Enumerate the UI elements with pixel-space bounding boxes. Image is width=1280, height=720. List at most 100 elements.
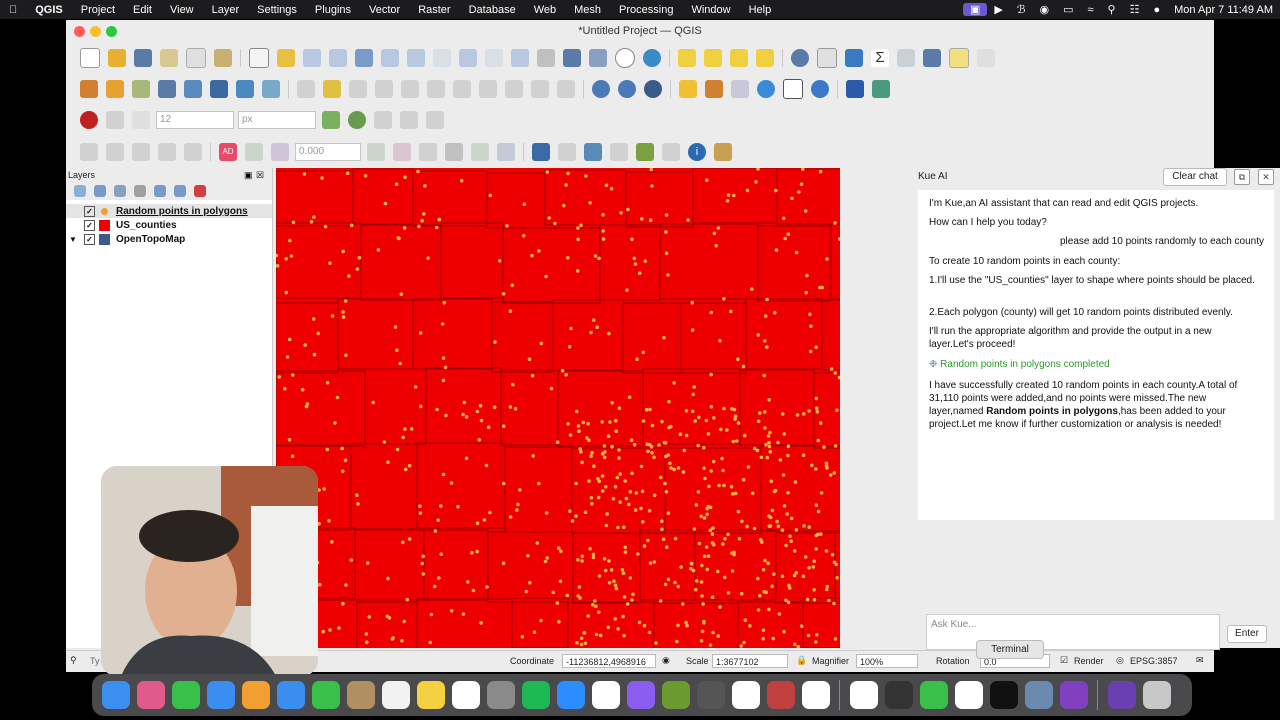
intersection-icon[interactable] bbox=[374, 111, 392, 129]
add-vector-icon[interactable] bbox=[132, 80, 150, 98]
show-bookmarks-icon[interactable] bbox=[589, 49, 607, 67]
label-move-icon[interactable] bbox=[497, 143, 515, 161]
network-icon[interactable] bbox=[872, 80, 890, 98]
play-icon[interactable]: ▶ bbox=[987, 3, 1009, 16]
search-icon[interactable]: ⚲ bbox=[1101, 3, 1123, 16]
identify-icon[interactable] bbox=[791, 49, 809, 67]
select-features-icon[interactable] bbox=[678, 49, 696, 67]
dock-notes-icon[interactable] bbox=[416, 681, 445, 709]
dock-slack-icon[interactable] bbox=[591, 681, 620, 709]
dock-chatgpt-icon[interactable] bbox=[954, 681, 983, 709]
add-csv-icon[interactable] bbox=[262, 80, 280, 98]
refresh-icon[interactable] bbox=[643, 49, 661, 67]
shape-ellipse-icon[interactable] bbox=[132, 143, 150, 161]
web-icon[interactable] bbox=[757, 80, 775, 98]
print-layout-icon[interactable] bbox=[186, 48, 206, 68]
dock-zoom-icon[interactable] bbox=[556, 681, 585, 709]
open-styling-icon[interactable] bbox=[74, 185, 86, 197]
gps-icon[interactable] bbox=[644, 80, 662, 98]
add-raster-icon[interactable] bbox=[184, 80, 202, 98]
shape-polygon-icon[interactable] bbox=[184, 143, 202, 161]
delete-selected-icon[interactable] bbox=[427, 80, 445, 98]
dock-reminders-icon[interactable] bbox=[381, 681, 410, 709]
zoom-selection-icon[interactable] bbox=[381, 49, 399, 67]
dock-trash-icon[interactable] bbox=[1142, 681, 1171, 709]
dock-freeform-icon[interactable] bbox=[451, 681, 480, 709]
zoom-last-icon[interactable] bbox=[459, 49, 477, 67]
menu-edit[interactable]: Edit bbox=[124, 4, 161, 16]
statistics-sum-icon[interactable]: Σ bbox=[871, 49, 889, 67]
zoom-window-button[interactable] bbox=[106, 26, 117, 37]
processing-gear-icon[interactable] bbox=[845, 49, 863, 67]
dock-terminal-icon[interactable] bbox=[989, 681, 1018, 709]
dock-numbers-icon[interactable] bbox=[919, 681, 948, 709]
self-snap-icon[interactable] bbox=[400, 111, 418, 129]
vertex-editor-icon[interactable] bbox=[662, 143, 680, 161]
label-change-icon[interactable] bbox=[471, 143, 489, 161]
battery-icon[interactable]: ▭ bbox=[1056, 3, 1080, 16]
label-show-icon[interactable] bbox=[367, 143, 385, 161]
digitize-icon[interactable] bbox=[158, 80, 176, 98]
collapse-all-icon[interactable] bbox=[174, 185, 186, 197]
expand-all-icon[interactable] bbox=[154, 185, 166, 197]
screen-record-icon[interactable]: ▣ bbox=[962, 3, 988, 16]
dock-launchpad-icon[interactable] bbox=[136, 681, 165, 709]
paste-features-icon[interactable] bbox=[505, 80, 523, 98]
cut-features-icon[interactable] bbox=[453, 80, 471, 98]
globe-settings-icon[interactable] bbox=[618, 80, 636, 98]
snapping-settings-icon[interactable] bbox=[348, 111, 366, 129]
menu-layer[interactable]: Layer bbox=[203, 4, 249, 16]
panel-float-icon[interactable]: ▣ bbox=[244, 170, 253, 181]
lock-icon[interactable]: 🔒 bbox=[796, 655, 807, 666]
dock-notion-icon[interactable] bbox=[731, 681, 760, 709]
menu-mesh[interactable]: Mesh bbox=[565, 4, 610, 16]
zoom-out-icon[interactable] bbox=[329, 49, 347, 67]
select-location-icon[interactable] bbox=[756, 49, 774, 67]
dock-app-store-icon[interactable] bbox=[276, 681, 305, 709]
bluetooth-icon[interactable]: ℬ bbox=[1010, 3, 1033, 16]
dock-archive-icon[interactable] bbox=[346, 681, 375, 709]
digitizing-icon[interactable] bbox=[80, 143, 98, 161]
remove-layer-icon[interactable] bbox=[194, 185, 206, 197]
open-project-icon[interactable] bbox=[108, 49, 126, 67]
dock-screen-app-icon[interactable] bbox=[1107, 681, 1136, 709]
crs-grid-icon[interactable] bbox=[584, 143, 602, 161]
pan-to-selection-icon[interactable] bbox=[277, 49, 295, 67]
save-project-icon[interactable] bbox=[134, 49, 152, 67]
layer-row-opentopomap[interactable]: ▼ ✓ OpenTopoMap bbox=[66, 232, 272, 246]
label-abc-icon[interactable] bbox=[393, 143, 411, 161]
info-icon[interactable]: i bbox=[688, 143, 706, 161]
manage-visibility-icon[interactable] bbox=[114, 185, 126, 197]
pan-hand-icon[interactable] bbox=[249, 48, 269, 68]
shape-rectangle-icon[interactable] bbox=[158, 143, 176, 161]
align-icon[interactable] bbox=[532, 143, 550, 161]
tracing-icon[interactable] bbox=[322, 111, 340, 129]
add-mesh-icon[interactable] bbox=[210, 80, 228, 98]
dock-obs-icon[interactable] bbox=[1059, 681, 1088, 709]
python-console-icon[interactable] bbox=[679, 80, 697, 98]
wifi-icon[interactable]: ≈ bbox=[1081, 4, 1101, 16]
node-tool-icon[interactable] bbox=[636, 143, 654, 161]
panel-close-icon[interactable]: ✕ bbox=[1258, 169, 1274, 185]
dock-system-settings-icon[interactable] bbox=[486, 681, 515, 709]
zoom-next-icon[interactable] bbox=[485, 49, 503, 67]
vertex-tool-icon[interactable] bbox=[401, 80, 419, 98]
panel-close-icon[interactable]: ☒ bbox=[256, 170, 264, 181]
dock-safari-icon[interactable] bbox=[206, 681, 235, 709]
avoid-overlap-icon[interactable] bbox=[426, 111, 444, 129]
menu-raster[interactable]: Raster bbox=[409, 4, 459, 16]
measure-area-icon[interactable] bbox=[610, 143, 628, 161]
data-source-manager-icon[interactable] bbox=[80, 80, 98, 98]
label-rotate-icon[interactable] bbox=[419, 143, 437, 161]
clear-chat-button[interactable]: Clear chat bbox=[1163, 168, 1227, 186]
minimize-window-button[interactable] bbox=[90, 26, 101, 37]
menu-settings[interactable]: Settings bbox=[248, 4, 306, 16]
menu-app-name[interactable]: QGIS bbox=[26, 4, 72, 16]
label-pin-icon[interactable] bbox=[271, 143, 289, 161]
shape-circle-icon[interactable] bbox=[106, 143, 124, 161]
crs-globe-icon[interactable]: ◎ bbox=[1116, 655, 1124, 666]
layer-checkbox[interactable]: ✓ bbox=[84, 219, 95, 231]
layer-row-random-points[interactable]: ✓ Random points in polygons bbox=[66, 204, 272, 218]
ask-kue-input[interactable]: Ask Kue... bbox=[926, 614, 1220, 650]
menu-plugins[interactable]: Plugins bbox=[306, 4, 360, 16]
